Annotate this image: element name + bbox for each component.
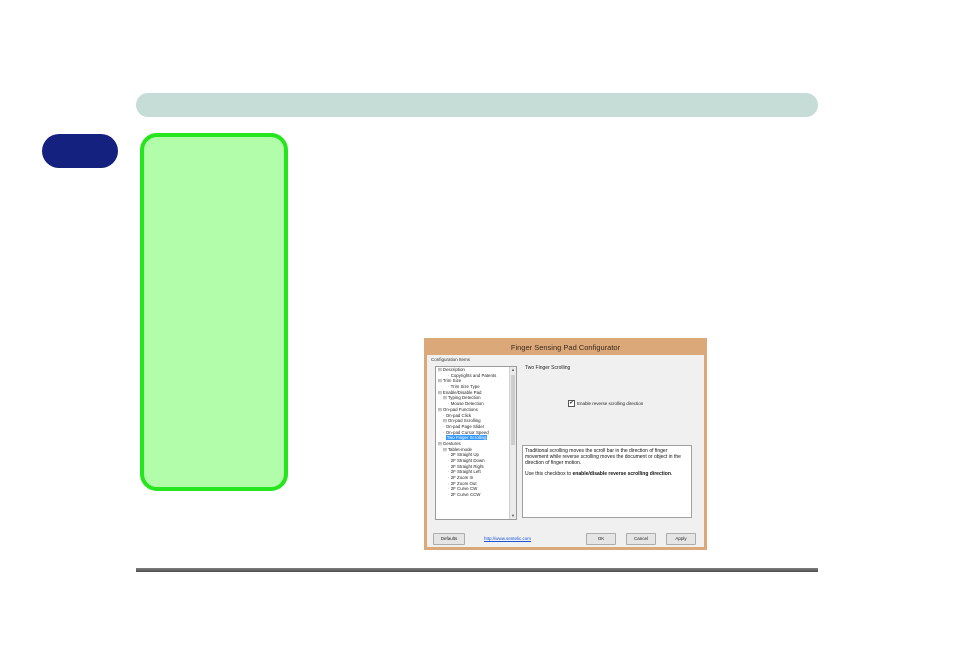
tree-item-label: 2F Curve CW [450,486,478,492]
tree-item-label: Tablet-mode [447,446,472,452]
panel-title: Two Finger Scrolling [525,365,571,371]
description-hint: Use this checkbox to enable/disable reve… [525,471,689,477]
tree-item-label: Description [442,367,465,372]
footer-rule [136,568,818,572]
tree-item-label: Trim Size Type [450,384,480,390]
configuration-tree[interactable]: ⊟ Description · Copyrights and Patents ⊟ T… [435,366,517,520]
hint-suffix: . [670,471,673,477]
tree-item-label: 2F Straight Down [450,458,485,463]
apply-button[interactable]: Apply [666,533,696,545]
tree-item-label: On-pad Scrolling [447,418,481,424]
ok-button[interactable]: OK [586,533,616,545]
configurator-dialog: Finger Sensing Pad Configurator Configur… [424,338,707,550]
sidebar-note-box [140,133,288,491]
tree-item-label: On-pad Functions [442,406,478,412]
tree-item-label: Enable/Disable Pad [442,389,482,395]
configuration-items-label: Configuration Items [431,357,471,362]
tree-item-label: Gestures [442,440,461,446]
tree-item-label: Typing Detection [447,395,481,401]
chapter-tab [42,134,118,168]
hint-bold: enable/disable reverse scrolling directi… [572,471,671,477]
website-link[interactable]: http://www.sentelic.com [484,536,531,541]
tree-item-label: 2F Zoom Out [450,480,477,486]
tree-item-label: On-pad Click [445,412,472,418]
tree-item-label: Trim Size [442,378,462,384]
reverse-scroll-option[interactable]: ✔ Enable reverse scrolling direction [568,400,643,407]
scroll-down-icon[interactable]: ▼ [510,513,516,519]
cancel-button[interactable]: Cancel [626,533,656,545]
tree-list: ⊟ Description · Copyrights and Patents ⊟ T… [436,367,516,498]
tree-item-label: 2F Straight Right [450,463,484,469]
tree-item[interactable]: · 2F Curve CCW [436,492,516,498]
tree-item-label: Two Finger Scrolling [445,435,488,441]
reverse-scroll-label: Enable reverse scrolling direction [577,401,644,406]
tree-item-label: 2F Zoom In [450,475,474,481]
hint-prefix: Use this checkbox to [525,471,573,477]
description-box: Traditional scrolling moves the scroll b… [522,445,692,518]
tree-item-label: On-pad Page Slider [445,423,485,429]
dialog-body: Configuration Items ⊟ Description · Copyr… [427,355,704,547]
tree-item-label: Mouse Detection [450,401,484,407]
defaults-button[interactable]: Defaults [433,533,465,545]
tree-scrollbar[interactable]: ▲ ▼ [509,367,516,519]
reverse-scroll-checkbox[interactable]: ✔ [568,400,575,407]
description-text: Traditional scrolling moves the scroll b… [525,448,681,466]
tree-item-label: 2F Straight Left [450,469,481,475]
tree-item-label: 2F Straight Up [450,452,479,458]
scrollbar-thumb[interactable] [511,375,515,445]
tree-item-label: Copyrights and Patents [450,372,497,378]
header-bar [136,93,818,117]
tree-item-label: 2F Curve CCW [450,492,481,498]
dialog-title: Finger Sensing Pad Configurator [510,343,621,352]
scroll-up-icon[interactable]: ▲ [510,367,516,373]
tree-item-label: On-pad Cursor Speed [445,429,489,435]
